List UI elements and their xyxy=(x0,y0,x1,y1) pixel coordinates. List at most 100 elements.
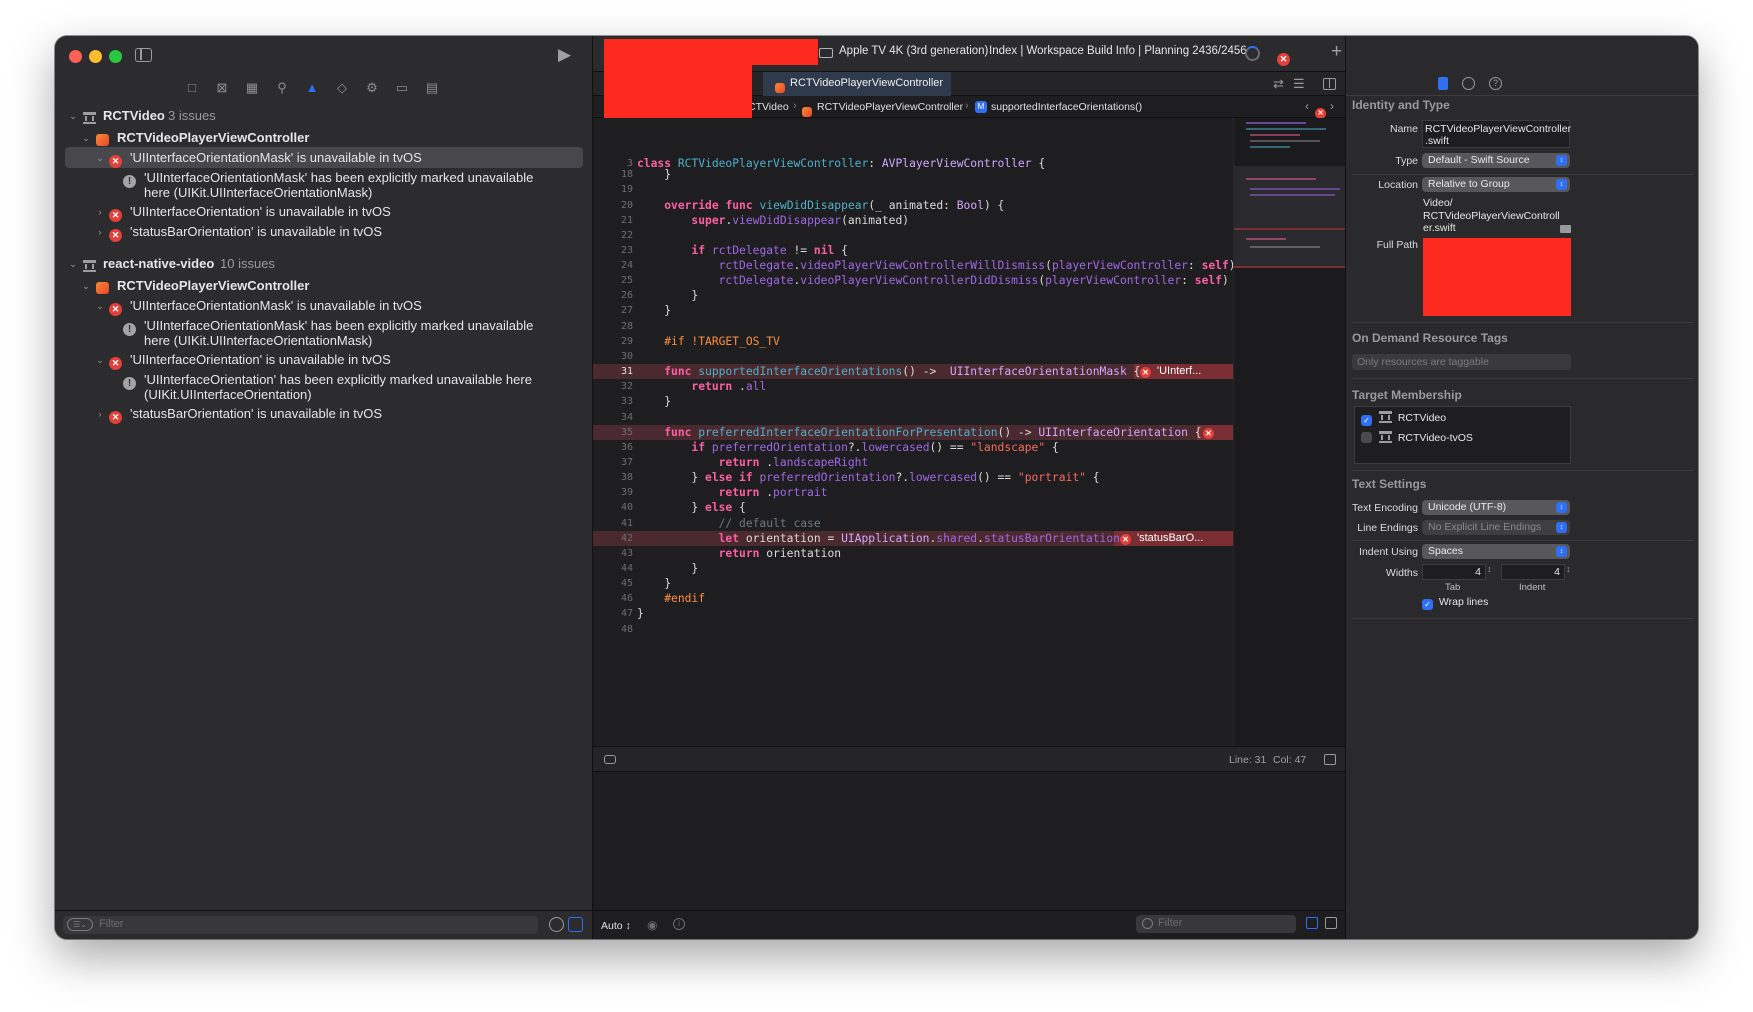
indent-popup[interactable]: Spaces ↕ xyxy=(1422,544,1570,559)
line-number[interactable]: 41 xyxy=(593,516,633,531)
breakpoint-navigator-icon[interactable]: ▭ xyxy=(393,80,411,96)
line-number[interactable]: 34 xyxy=(593,410,633,425)
line-number[interactable]: 43 xyxy=(593,546,633,561)
indent-width-field[interactable]: 4 xyxy=(1501,564,1565,580)
line-number[interactable]: 42 xyxy=(593,531,633,546)
line-number[interactable]: 19 xyxy=(593,182,633,197)
line-number[interactable]: 48 xyxy=(593,622,633,637)
navigator-filter-field[interactable]: ☰⌄ Filter xyxy=(63,916,538,934)
code-line[interactable]: } xyxy=(637,606,644,621)
filter-options-icon[interactable]: ☰⌄ xyxy=(67,918,93,931)
split-editor-icon[interactable] xyxy=(1323,78,1336,90)
code-line[interactable]: #if !TARGET_OS_TV xyxy=(637,334,780,349)
console-pane-icon[interactable] xyxy=(1325,917,1337,929)
add-tab-icon[interactable]: + xyxy=(1331,41,1342,63)
code-line[interactable]: #endif xyxy=(637,591,705,606)
history-inspector-icon[interactable] xyxy=(1462,77,1475,90)
tab-width-field[interactable]: 4 xyxy=(1422,564,1486,580)
issue-navigator-icon[interactable]: ▲ xyxy=(303,80,321,96)
line-number[interactable]: 47 xyxy=(593,606,633,621)
line-number[interactable]: 18 xyxy=(593,167,633,182)
code-line[interactable]: super.viewDidDisappear(animated) xyxy=(637,213,909,228)
line-number[interactable]: 36 xyxy=(593,440,633,455)
issues-filter-icon[interactable] xyxy=(568,917,583,932)
code-line[interactable]: rctDelegate.videoPlayerViewControllerDid… xyxy=(637,273,1229,288)
editor-options-icon[interactable]: ☰ xyxy=(1293,76,1305,92)
line-number[interactable]: 37 xyxy=(593,455,633,470)
editor-tab[interactable]: RCTVideoPlayerViewController xyxy=(763,72,951,96)
symbol-navigator-icon[interactable]: ▦ xyxy=(243,80,261,96)
line-number[interactable]: 40 xyxy=(593,500,633,515)
variables-view-mode[interactable]: Auto ↕ xyxy=(601,920,631,932)
checkbox-unchecked[interactable] xyxy=(1361,432,1372,443)
line-number[interactable]: 24 xyxy=(593,258,633,273)
code-line[interactable]: func supportedInterfaceOrientations() ->… xyxy=(637,364,1140,379)
zoom-window-button[interactable] xyxy=(109,50,122,63)
line-number[interactable]: 46 xyxy=(593,591,633,606)
debug-area-toggle-icon[interactable] xyxy=(604,755,616,764)
code-line[interactable]: } xyxy=(637,167,671,182)
project-navigator-icon[interactable]: □ xyxy=(183,80,201,96)
folder-icon[interactable] xyxy=(1560,225,1571,233)
previous-issue-icon[interactable]: ‹ xyxy=(1305,99,1309,113)
inline-error-label[interactable]: ✕ 'UInterf... xyxy=(1134,364,1233,379)
line-number[interactable]: 44 xyxy=(593,561,633,576)
error-count-icon[interactable]: ✕ xyxy=(1277,53,1290,66)
recent-filter-icon[interactable] xyxy=(549,917,564,932)
wrap-lines-checkbox[interactable]: ✓ xyxy=(1422,599,1433,610)
info-icon[interactable]: i xyxy=(673,918,685,930)
code-line[interactable]: // default case xyxy=(637,516,821,531)
line-number[interactable]: 20 xyxy=(593,198,633,213)
line-number[interactable]: 33 xyxy=(593,394,633,409)
eye-icon[interactable]: ◉ xyxy=(647,918,657,932)
report-navigator-icon[interactable]: ▤ xyxy=(423,80,441,96)
line-number[interactable]: 27 xyxy=(593,303,633,318)
line-number[interactable]: 31 xyxy=(593,364,633,379)
tab-width-stepper[interactable]: ↕ xyxy=(1487,564,1492,574)
target-row[interactable]: ✓ RCTVideo xyxy=(1361,411,1446,426)
code-line[interactable]: } else if preferredOrientation?.lowercas… xyxy=(637,470,1099,485)
code-line[interactable]: let orientation = UIApplication.shared.s… xyxy=(637,531,1120,546)
minimap-viewport[interactable] xyxy=(1234,166,1346,268)
line-number[interactable]: 39 xyxy=(593,485,633,500)
code-line[interactable]: if rctDelegate != nil { xyxy=(637,243,847,258)
tags-field[interactable]: Only resources are taggable xyxy=(1352,354,1571,370)
source-control-navigator-icon[interactable]: ⊠ xyxy=(213,80,231,96)
type-popup[interactable]: Default - Swift Source ↕ xyxy=(1422,153,1570,168)
find-navigator-icon[interactable]: ⚲ xyxy=(273,80,291,96)
target-row[interactable]: RCTVideo-tvOS xyxy=(1361,431,1473,444)
test-navigator-icon[interactable]: ◇ xyxy=(333,80,351,96)
code-line[interactable]: return .landscapeRight xyxy=(637,455,869,470)
name-field[interactable]: RCTVideoPlayerViewController .swift xyxy=(1422,120,1571,148)
breadcrumb-file[interactable]: RCTVideoPlayerViewController xyxy=(817,101,963,113)
console-toggle-icon[interactable] xyxy=(1324,754,1336,765)
code-line[interactable]: if preferredOrientation?.lowercased() ==… xyxy=(637,440,1058,455)
line-number[interactable]: 32 xyxy=(593,379,633,394)
help-inspector-icon[interactable]: ? xyxy=(1489,77,1502,90)
code-line[interactable]: override func viewDidDisappear(_ animate… xyxy=(637,198,1004,213)
code-line[interactable]: class RCTVideoPlayerViewController: AVPl… xyxy=(637,156,1045,171)
line-number[interactable]: 30 xyxy=(593,349,633,364)
line-number[interactable]: 35 xyxy=(593,425,633,440)
code-line[interactable]: } xyxy=(637,394,671,409)
code-line[interactable]: rctDelegate.videoPlayerViewControllerWil… xyxy=(637,258,1236,273)
line-number[interactable]: 45 xyxy=(593,576,633,591)
code-line[interactable]: func preferredInterfaceOrientationForPre… xyxy=(637,425,1201,440)
line-number[interactable]: 22 xyxy=(593,228,633,243)
minimize-window-button[interactable] xyxy=(89,50,102,63)
console-filter-field[interactable]: Filter xyxy=(1136,915,1296,933)
code-line[interactable]: } xyxy=(637,576,671,591)
debug-navigator-icon[interactable]: ⚙ xyxy=(363,80,381,96)
checkbox-checked[interactable]: ✓ xyxy=(1361,415,1372,426)
code-line[interactable]: } else { xyxy=(637,500,745,515)
line-number[interactable]: 26 xyxy=(593,288,633,303)
wrap-lines-row[interactable]: ✓ Wrap lines xyxy=(1422,596,1488,610)
code-line[interactable]: return .portrait xyxy=(637,485,828,500)
inline-error-label[interactable]: ✕ xyxy=(1197,425,1233,440)
line-number[interactable]: 28 xyxy=(593,319,633,334)
code-line[interactable]: } xyxy=(637,288,698,303)
line-number[interactable]: 29 xyxy=(593,334,633,349)
file-inspector-icon[interactable] xyxy=(1438,77,1448,90)
breadcrumb-project[interactable]: CTVideo xyxy=(748,101,789,113)
minimap[interactable] xyxy=(1233,118,1346,746)
